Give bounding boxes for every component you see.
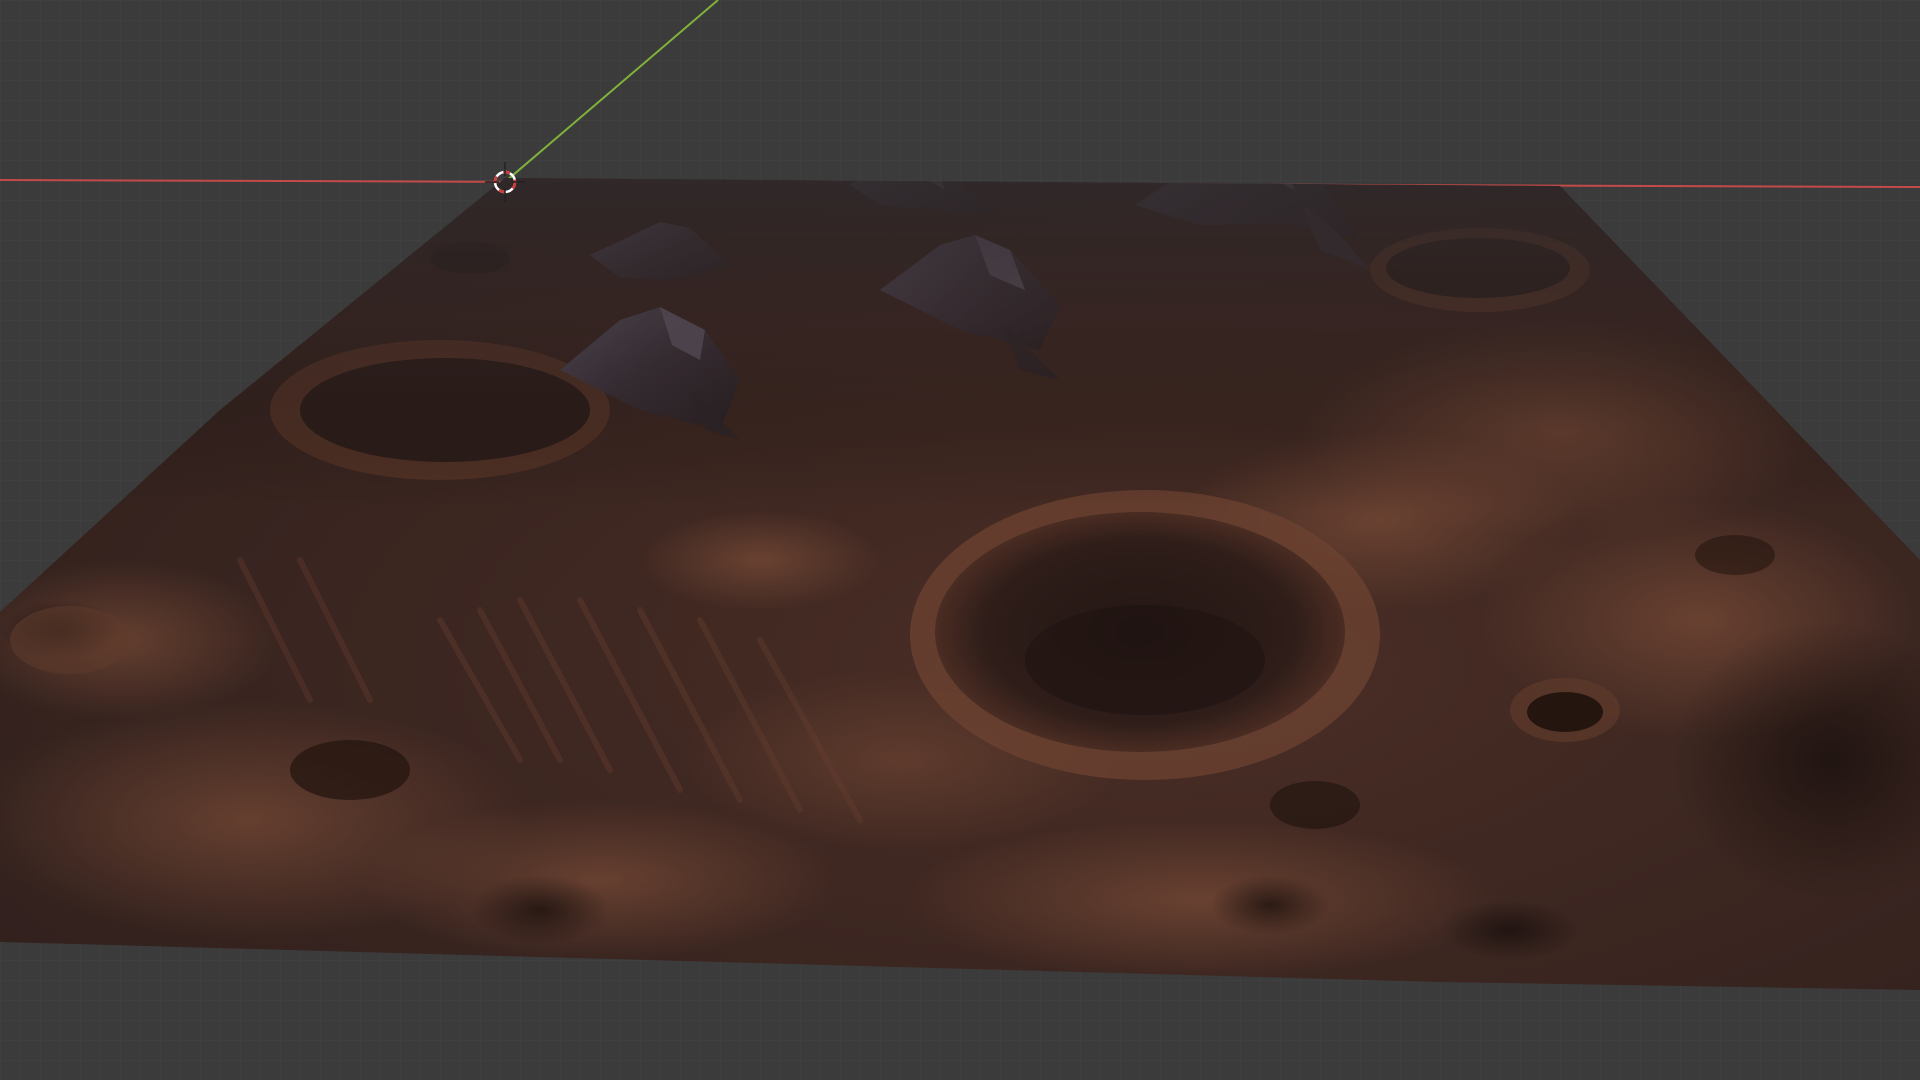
crater-small-pit	[1527, 692, 1603, 732]
shadow-patch	[1210, 875, 1330, 935]
crater-small	[10, 606, 130, 674]
dust-patch	[640, 510, 880, 610]
3d-viewport[interactable]	[0, 0, 1920, 1080]
crater-small	[1695, 535, 1775, 575]
crater-small	[290, 740, 410, 800]
shadow-patch	[470, 875, 610, 945]
viewport-canvas[interactable]	[0, 0, 1920, 1080]
dust-patch	[900, 820, 1500, 980]
crater-large-center	[910, 490, 1380, 780]
crater-small	[1270, 781, 1360, 829]
shadow-patch	[1440, 900, 1580, 960]
